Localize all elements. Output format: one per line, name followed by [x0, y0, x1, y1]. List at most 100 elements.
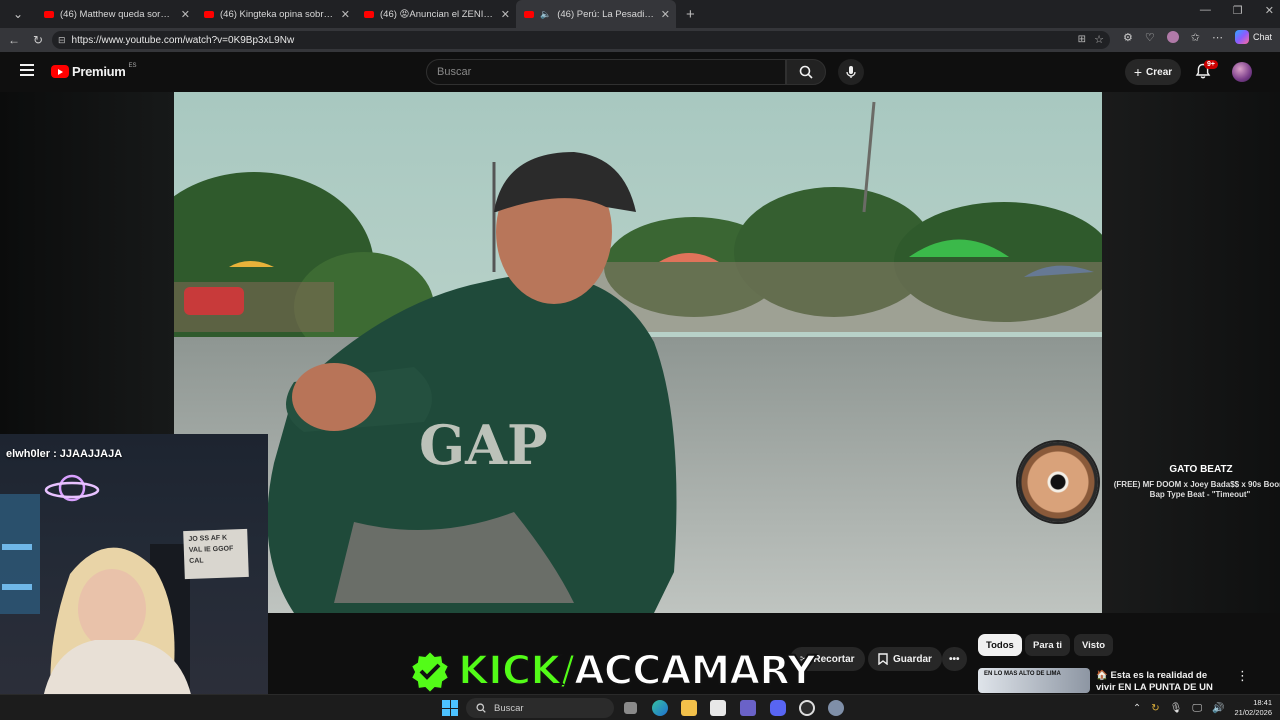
tab-title: (46) Kingteka opina sobre el come [220, 8, 335, 20]
app-available-icon[interactable]: ⊞ [1078, 34, 1086, 45]
chip-para-ti[interactable]: Para ti [1025, 634, 1071, 656]
url-text: https://www.youtube.com/watch?v=0K9Bp3xL… [71, 34, 295, 46]
country-code: ES [128, 62, 137, 69]
extensions-icon[interactable]: ⚙ [1123, 31, 1133, 44]
create-label: Crear [1146, 66, 1173, 78]
volume-icon[interactable]: 🔊 [1212, 703, 1224, 714]
bookmark-icon [878, 653, 888, 665]
favorite-star-icon[interactable]: ☆ [1094, 33, 1104, 46]
browser-tab-2[interactable]: (46) Kingteka opina sobre el come ✕ [196, 0, 356, 28]
copilot-icon [1234, 30, 1249, 44]
search-button[interactable] [786, 59, 826, 85]
browser-tab-4-active[interactable]: 🔈 (46) Perú: La Pesadilla de vivir ✕ [516, 0, 676, 28]
close-tab-icon[interactable]: ✕ [661, 8, 670, 21]
tab-title: (46) 😡Anuncian el ZENILINTERNA [380, 8, 495, 20]
edge-icon[interactable] [652, 700, 668, 716]
discord-icon[interactable] [770, 700, 786, 716]
network-icon[interactable]: 🖵 [1192, 703, 1202, 714]
youtube-masthead: Premium ES Buscar + Crear 9+ [0, 52, 1280, 92]
more-horizontal-icon: ••• [949, 653, 960, 665]
new-tab-icon[interactable]: + [686, 6, 695, 23]
back-icon[interactable]: ← [2, 33, 26, 47]
close-tab-icon[interactable]: ✕ [501, 8, 510, 21]
search-input[interactable]: Buscar [426, 59, 786, 85]
video-player[interactable]: GAP [174, 92, 1102, 613]
obs-icon[interactable] [799, 700, 815, 716]
microphone-tray-icon[interactable]: 🎙 [1170, 703, 1183, 714]
clip-label: Recortar [813, 653, 855, 665]
browser-essentials-icon[interactable]: ♡ [1145, 31, 1155, 44]
ambient-right [1102, 92, 1280, 613]
tray-overflow-chevron-icon[interactable]: ⌃ [1133, 703, 1141, 714]
chip-todos[interactable]: Todos [978, 634, 1022, 656]
recommendation-more-icon[interactable]: ⋮ [1236, 668, 1249, 684]
save-button[interactable]: Guardar [868, 647, 942, 671]
youtube-play-icon [51, 65, 69, 78]
reload-icon[interactable]: ↻ [26, 33, 50, 47]
file-explorer-icon[interactable] [681, 700, 697, 716]
search-placeholder: Buscar [437, 66, 472, 78]
minimize-icon[interactable]: — [1200, 4, 1211, 17]
youtube-favicon-icon [44, 10, 54, 18]
hamburger-menu-icon[interactable] [20, 64, 34, 76]
search-icon [799, 65, 813, 79]
tab-list-chevron-icon[interactable]: ⌄ [6, 7, 30, 21]
music-track-title: (FREE) MF DOOM x Joey Bada$$ x 90s Boom … [1113, 480, 1280, 499]
task-view-icon[interactable] [624, 702, 637, 714]
audio-playing-icon[interactable]: 🔈 [540, 9, 551, 20]
close-tab-icon[interactable]: ✕ [341, 8, 350, 21]
kick-channel-name: ACCAMARY [573, 647, 817, 695]
teams-icon[interactable] [740, 700, 756, 716]
close-tab-icon[interactable]: ✕ [181, 8, 190, 21]
clock-time: 18:41 [1253, 698, 1272, 707]
more-actions-button[interactable]: ••• [942, 647, 967, 671]
close-window-icon[interactable]: ✕ [1265, 4, 1274, 17]
store-icon[interactable] [710, 700, 726, 716]
voice-search-button[interactable] [838, 59, 864, 85]
system-tray: ⌃ ↻ 🎙 🖵 🔊 18:41 21/02/2026 [1133, 698, 1272, 718]
create-button[interactable]: + Crear [1125, 59, 1181, 85]
tab-title: (46) Perú: La Pesadilla de vivir [557, 8, 655, 20]
window-controls: — ❐ ✕ [1200, 4, 1274, 17]
taskbar-search-placeholder: Buscar [494, 702, 524, 714]
kick-prefix: KICK/ [457, 647, 576, 695]
verified-badge-icon [409, 649, 451, 693]
taskbar-search-box[interactable]: Buscar [466, 698, 614, 718]
microphone-icon [846, 66, 856, 78]
sync-icon[interactable]: ↻ [1151, 703, 1159, 714]
streamer-webcam: elwh0ler : JJAAJJAJA JO SS AF K VAL IE G… [0, 434, 268, 720]
profile-icon[interactable] [1166, 31, 1179, 43]
account-avatar[interactable] [1232, 62, 1252, 82]
favorites-icon[interactable]: ✩ [1191, 31, 1200, 44]
more-options-icon[interactable]: ⋯ [1212, 31, 1223, 44]
logo-word: Premium [72, 64, 126, 79]
restore-icon[interactable]: ❐ [1233, 4, 1243, 17]
recommendation-thumbnail[interactable]: EN LO MAS ALTO DE LIMA [978, 668, 1090, 693]
browser-tab-1[interactable]: (46) Matthew queda sorprendido ✕ [36, 0, 196, 28]
browser-tab-bar: ⌄ (46) Matthew queda sorprendido ✕ (46) … [0, 0, 1280, 28]
toolbar-actions: ⚙ ♡ ✩ ⋯ Chat [1123, 30, 1272, 44]
tab-title: (46) Matthew queda sorprendido [60, 8, 175, 20]
browser-tab-3[interactable]: (46) 😡Anuncian el ZENILINTERNA ✕ [356, 0, 516, 28]
clock-date: 21/02/2026 [1234, 708, 1272, 717]
address-bar[interactable]: ⊟ https://www.youtube.com/watch?v=0K9Bp3… [52, 31, 1110, 49]
youtube-favicon-icon [204, 10, 214, 18]
wall-sign: JO SS AF K VAL IE GGOF CAL [183, 528, 249, 580]
copilot-chat-button[interactable]: Chat [1234, 30, 1272, 44]
chat-message: elwh0ler : JJAAJJAJA [6, 448, 123, 460]
chip-visto[interactable]: Visto [1074, 634, 1114, 656]
windows-start-icon[interactable] [442, 700, 458, 716]
music-artist: GATO BEATZ [1169, 464, 1233, 475]
site-info-icon[interactable]: ⊟ [58, 35, 66, 46]
plus-icon: + [1133, 64, 1143, 80]
planet-neon-sign-icon [44, 474, 100, 502]
browser-toolbar: ← ↻ ⊟ https://www.youtube.com/watch?v=0K… [0, 28, 1280, 52]
settings-gear-icon[interactable] [828, 700, 844, 716]
save-label: Guardar [893, 653, 932, 665]
music-overlay-card[interactable]: GATO BEATZ (FREE) MF DOOM x Joey Bada$$ … [1012, 440, 1280, 522]
taskbar-clock[interactable]: 18:41 21/02/2026 [1234, 698, 1272, 718]
youtube-premium-logo[interactable]: Premium ES [51, 62, 137, 79]
video-frame: GAP [174, 92, 1102, 613]
youtube-favicon-icon [524, 10, 534, 18]
windows-taskbar: Buscar ⌃ ↻ 🎙 🖵 🔊 18:41 21/02/2026 [0, 694, 1280, 720]
